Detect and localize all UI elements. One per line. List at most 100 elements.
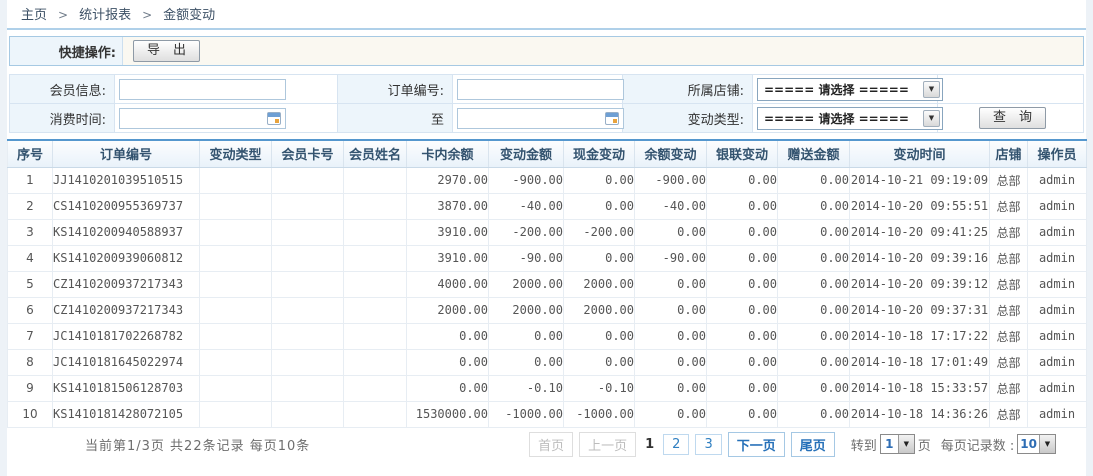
table-cell: 总部: [990, 323, 1028, 349]
table-cell: CZ1410200937217343: [53, 271, 200, 297]
shop-select[interactable]: ===== 请选择 ===== ▼: [757, 78, 943, 101]
column-header: 会员姓名: [344, 140, 407, 167]
table-cell: 0.00: [564, 167, 635, 193]
change-type-select-value: ===== 请选择 =====: [758, 110, 909, 127]
page-size-select[interactable]: 10 ▼: [1017, 434, 1056, 454]
date-from-input[interactable]: [119, 108, 286, 129]
table-cell: 2: [8, 193, 53, 219]
table-row[interactable]: 3KS14102009405889373910.00-200.00-200.00…: [8, 219, 1087, 245]
table-cell: [200, 219, 272, 245]
table-cell: 0.00: [707, 193, 778, 219]
table-cell: [272, 219, 344, 245]
chevron-down-icon: ▼: [898, 435, 914, 453]
table-cell: CS1410200955369737: [53, 193, 200, 219]
table-row[interactable]: 10KS14101814280721051530000.00-1000.00-1…: [8, 401, 1087, 427]
table-cell: 10: [8, 401, 53, 427]
table-cell: -40.00: [489, 193, 564, 219]
breadcrumb-separator: >: [58, 8, 68, 22]
table-cell: 0.00: [707, 219, 778, 245]
table-row[interactable]: 4KS14102009390608123910.00-90.000.00-90.…: [8, 245, 1087, 271]
next-page-button[interactable]: 下一页: [728, 432, 785, 457]
table-cell: -200.00: [489, 219, 564, 245]
breadcrumb-separator: >: [142, 8, 152, 22]
table-cell: 0.00: [778, 323, 850, 349]
breadcrumb-item[interactable]: 统计报表: [79, 8, 131, 23]
records-table: 序号订单编号变动类型会员卡号会员姓名卡内余额变动金额现金变动余额变动银联变动赠送…: [7, 139, 1087, 428]
first-page-button[interactable]: 首页: [529, 432, 573, 457]
table-cell: 2000.00: [564, 297, 635, 323]
table-cell: -200.00: [564, 219, 635, 245]
table-cell: 总部: [990, 271, 1028, 297]
change-type-label: 变动类型:: [623, 104, 753, 133]
table-cell: 0.00: [489, 349, 564, 375]
table-cell: 0.00: [778, 245, 850, 271]
export-button[interactable]: 导 出: [133, 40, 200, 62]
table-cell: [272, 245, 344, 271]
calendar-icon[interactable]: [267, 112, 281, 125]
table-row[interactable]: 6CZ14102009372173432000.002000.002000.00…: [8, 297, 1087, 323]
table-row[interactable]: 9KS14101815061287030.00-0.10-0.100.000.0…: [8, 375, 1087, 401]
table-cell: [200, 193, 272, 219]
change-type-select[interactable]: ===== 请选择 ===== ▼: [757, 107, 943, 130]
page-summary: 当前第1/3页 共22条记录 每页10条: [85, 435, 310, 454]
table-cell: CZ1410200937217343: [53, 297, 200, 323]
table-cell: 7: [8, 323, 53, 349]
table-cell: 3910.00: [407, 245, 489, 271]
table-cell: [344, 401, 407, 427]
table-row[interactable]: 7JC14101817022687820.000.000.000.000.000…: [8, 323, 1087, 349]
calendar-icon[interactable]: [605, 112, 619, 125]
table-cell: KS1410200940588937: [53, 219, 200, 245]
table-cell: 总部: [990, 219, 1028, 245]
table-cell: JJ1410201039510515: [53, 167, 200, 193]
page-link[interactable]: 3: [695, 434, 721, 455]
table-cell: [200, 401, 272, 427]
table-row[interactable]: 1JJ14102010395105152970.00-900.000.00-90…: [8, 167, 1087, 193]
table-cell: 0.00: [778, 219, 850, 245]
table-cell: 0.00: [707, 323, 778, 349]
table-cell: 2014-10-20 09:41:25: [850, 219, 990, 245]
query-button[interactable]: 查 询: [979, 107, 1046, 129]
order-no-input[interactable]: [457, 79, 624, 100]
chevron-down-icon: ▼: [923, 81, 940, 98]
table-cell: 总部: [990, 167, 1028, 193]
goto-page-select[interactable]: 1 ▼: [880, 434, 915, 454]
member-info-input[interactable]: [119, 79, 286, 100]
table-cell: 0.00: [635, 375, 707, 401]
date-to-input[interactable]: [457, 108, 624, 129]
chevron-down-icon: ▼: [923, 110, 940, 127]
breadcrumb-item[interactable]: 主页: [21, 8, 47, 23]
table-cell: 0.00: [564, 245, 635, 271]
table-cell: admin: [1028, 297, 1087, 323]
table-row[interactable]: 5CZ14102009372173434000.002000.002000.00…: [8, 271, 1087, 297]
table-row[interactable]: 2CS14102009553697373870.00-40.000.00-40.…: [8, 193, 1087, 219]
last-page-button[interactable]: 尾页: [791, 432, 835, 457]
table-cell: 8: [8, 349, 53, 375]
pager: 首页 上一页 123 下一页 尾页: [529, 432, 835, 457]
table-cell: [272, 323, 344, 349]
table-cell: [344, 245, 407, 271]
column-header: 银联变动: [707, 140, 778, 167]
goto-page-value: 1: [881, 435, 898, 453]
table-cell: [200, 323, 272, 349]
table-cell: 0.00: [564, 349, 635, 375]
table-cell: admin: [1028, 219, 1087, 245]
table-cell: 总部: [990, 349, 1028, 375]
table-cell: [344, 167, 407, 193]
table-cell: -0.10: [489, 375, 564, 401]
table-cell: 0.00: [635, 323, 707, 349]
page-link[interactable]: 2: [663, 434, 689, 455]
page-size-label: 每页记录数 :: [941, 435, 1015, 454]
table-cell: 1: [8, 167, 53, 193]
table-cell: 0.00: [635, 349, 707, 375]
table-cell: 0.00: [635, 297, 707, 323]
table-cell: 总部: [990, 297, 1028, 323]
table-cell: [344, 297, 407, 323]
breadcrumb-item[interactable]: 金额变动: [163, 8, 215, 23]
table-cell: 0.00: [635, 401, 707, 427]
table-row[interactable]: 8JC14101816450229740.000.000.000.000.000…: [8, 349, 1087, 375]
table-cell: 0.00: [564, 323, 635, 349]
table-cell: admin: [1028, 323, 1087, 349]
chevron-down-icon: ▼: [1039, 435, 1055, 453]
table-cell: 2014-10-18 17:17:22: [850, 323, 990, 349]
prev-page-button[interactable]: 上一页: [579, 432, 636, 457]
